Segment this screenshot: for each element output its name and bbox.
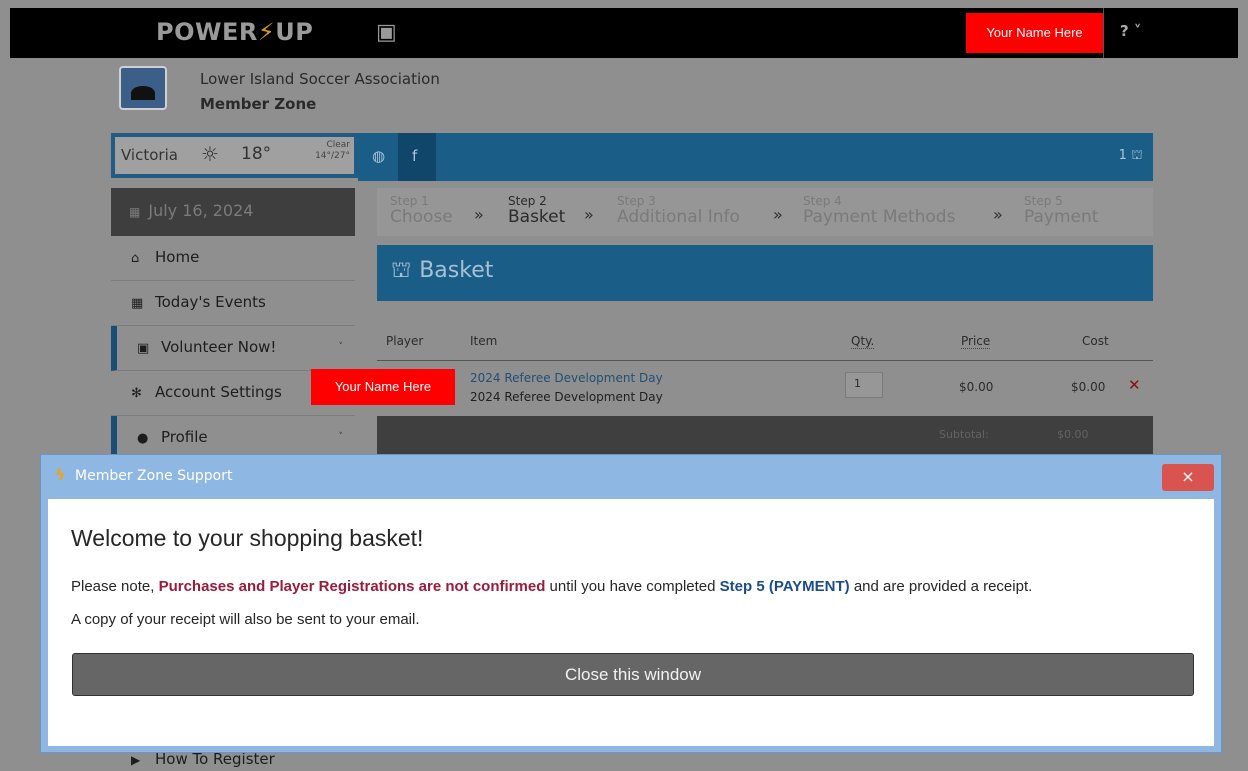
facebook-icon: f [412, 147, 418, 165]
basket-icon: ⛫ [391, 258, 412, 283]
user-icon: ● [137, 431, 149, 446]
table-header-divider [377, 360, 1153, 361]
basket-header: ⛫ Basket [377, 245, 1153, 301]
gear-icon: ✻ [131, 386, 142, 401]
chevron-right-icon: » [993, 205, 1003, 224]
weather-widget[interactable]: Victoria ☼ 18° Clear 14°/27° [111, 133, 358, 178]
step-payment-methods[interactable]: Step 4 Payment Methods [803, 193, 955, 226]
sidebar-item-todays-events[interactable]: ▦ Today's Events [111, 281, 355, 326]
weather-temp: 18° [241, 144, 272, 164]
sidebar-item-how-to-register[interactable]: ▶ How To Register [111, 750, 355, 771]
subtotal-value: $0.00 [1057, 428, 1089, 441]
volunteer-icon: ▣ [137, 341, 150, 356]
close-button[interactable]: × [1162, 464, 1214, 491]
bolt-icon: ⚡ [257, 18, 276, 46]
item-description: 2024 Referee Development Day [470, 390, 663, 404]
topbar-divider [1103, 8, 1104, 58]
globe-icon[interactable]: ◍ [372, 147, 385, 165]
video-icon: ▶ [131, 753, 141, 767]
facebook-button[interactable]: f [398, 133, 436, 181]
social-bar: ◍ f 1 ⛫ [358, 133, 1153, 181]
org-logo[interactable] [119, 66, 167, 110]
chevron-down-icon: ˅ [338, 342, 344, 352]
column-qty[interactable]: Qty. [851, 334, 875, 349]
step-basket[interactable]: Step 2 Basket [508, 193, 565, 226]
chevron-down-icon: ˅ [338, 432, 344, 442]
item-price: $0.00 [959, 380, 994, 394]
modal-notice: Please note, Purchases and Player Regist… [71, 578, 1033, 595]
calendar-icon: ▦ [131, 296, 144, 311]
android-icon[interactable]: ▣ [376, 20, 397, 45]
item-link[interactable]: 2024 Referee Development Day [470, 371, 663, 385]
step-additional-info[interactable]: Step 3 Additional Info [617, 193, 740, 226]
checkout-steps: Step 1 Choose » Step 2 Basket » Step 3 Addi… [377, 188, 1153, 236]
subtotal-label: Subtotal: [939, 428, 989, 441]
top-bar: POWER⚡UP ▣ Your Name Here ? ˅ [10, 8, 1238, 58]
modal-receipt-note: A copy of your receipt will also be sent… [71, 611, 420, 628]
chevron-right-icon: » [474, 205, 484, 224]
modal-title: Member Zone Support [75, 468, 233, 484]
modal-header: ϟ Member Zone Support × [41, 455, 1221, 499]
app-store-links: ▣ [362, 20, 411, 45]
quantity-input[interactable]: 1 [845, 372, 883, 398]
chevron-right-icon: » [773, 205, 783, 224]
basket-icon: ⛫ [1131, 148, 1143, 163]
help-icon[interactable]: ? ˅ [1120, 22, 1141, 40]
support-modal: ϟ Member Zone Support × Welcome to your … [40, 454, 1222, 753]
modal-body: Welcome to your shopping basket! Please … [48, 499, 1214, 746]
chevron-right-icon: » [584, 205, 594, 224]
sidebar-item-home[interactable]: ⌂ Home [111, 236, 355, 281]
date-display: ▦ July 16, 2024 [111, 188, 355, 236]
close-window-button[interactable]: Close this window [72, 653, 1194, 696]
step-choose[interactable]: Step 1 Choose [390, 193, 453, 226]
remove-item-icon[interactable]: ✕ [1128, 376, 1141, 394]
column-cost: Cost [1082, 334, 1109, 348]
column-player: Player [386, 334, 424, 348]
column-price[interactable]: Price [961, 334, 991, 349]
org-name: Lower Island Soccer Association [200, 70, 440, 88]
user-name-badge[interactable]: Your Name Here [966, 13, 1103, 53]
cart-indicator[interactable]: 1 ⛫ [1119, 148, 1143, 165]
player-name-overlay: Your Name Here [311, 369, 455, 405]
modal-heading: Welcome to your shopping basket! [71, 525, 424, 551]
warning-text: Purchases and Player Registrations are n… [158, 578, 546, 595]
step-payment[interactable]: Step 5 Payment [1024, 193, 1098, 226]
subtotal-bar: Subtotal: $0.00 [377, 416, 1153, 454]
sun-icon: ☼ [201, 142, 219, 166]
weather-condition: Clear 14°/27° [315, 140, 350, 161]
calendar-icon: ▦ [129, 205, 141, 219]
weather-city: Victoria [121, 146, 178, 164]
powerup-logo[interactable]: POWER⚡UP [156, 18, 313, 46]
item-cost: $0.00 [1071, 380, 1106, 394]
column-item: Item [470, 334, 498, 348]
sidebar-item-volunteer[interactable]: ▣ Volunteer Now! ˅ [111, 326, 355, 371]
step-reference: Step 5 (PAYMENT) [719, 578, 850, 595]
bolt-icon: ϟ [55, 465, 66, 484]
org-subtitle: Member Zone [200, 95, 317, 113]
home-icon: ⌂ [131, 251, 140, 266]
